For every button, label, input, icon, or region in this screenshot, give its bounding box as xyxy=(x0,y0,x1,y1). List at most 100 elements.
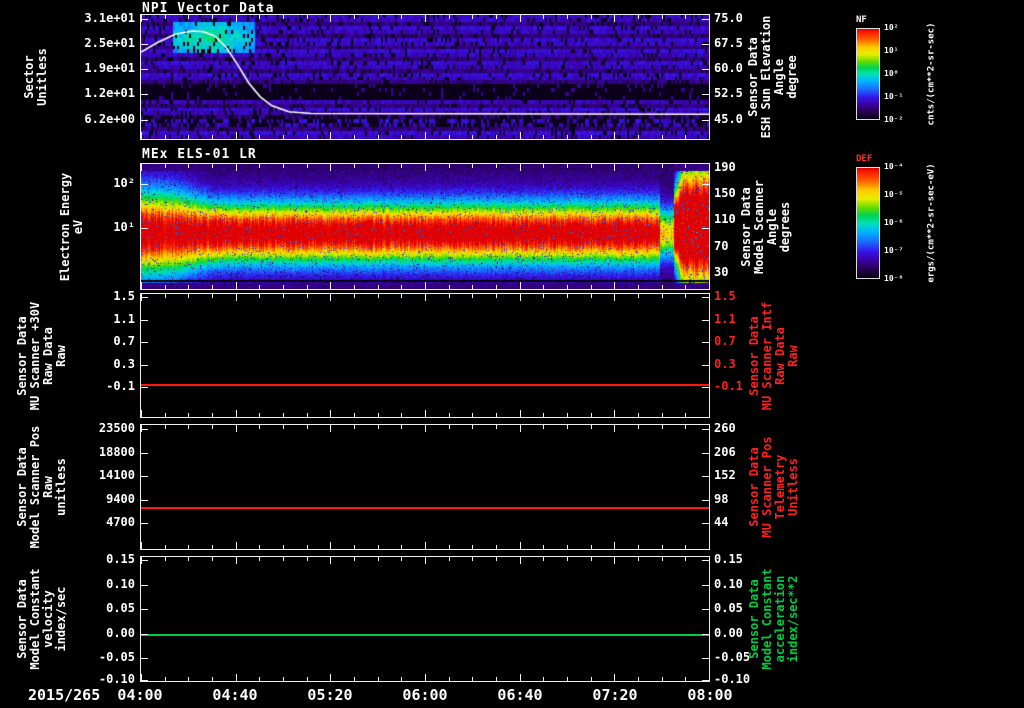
x-tick-label: 07:20 xyxy=(592,686,638,704)
y-tick-mark xyxy=(702,523,709,524)
els-spectrogram-canvas xyxy=(141,164,709,289)
colorbar-name-npi: NF xyxy=(856,15,867,25)
x-tick-mark xyxy=(188,135,189,139)
right-axis-label-velocity: Sensor Data Model Constant acceleration … xyxy=(747,568,800,670)
x-tick-mark xyxy=(212,425,213,429)
x-tick-mark xyxy=(236,164,237,171)
colorbar-unit-els: ergs/(cm**2-sr-sec-eV) xyxy=(926,163,937,283)
y-tick-label-right: 67.5 xyxy=(714,36,743,50)
y-tick-label-right: -0.10 xyxy=(714,672,751,686)
x-tick-mark xyxy=(165,557,166,561)
x-tick-mark xyxy=(638,285,639,289)
x-tick-mark xyxy=(567,677,568,681)
x-tick-mark xyxy=(141,282,142,289)
y-tick-mark xyxy=(702,342,709,343)
y-tick-mark xyxy=(702,476,709,477)
x-tick-mark xyxy=(283,294,284,298)
x-tick-mark xyxy=(496,425,497,429)
x-tick-mark xyxy=(662,135,663,139)
x-tick-mark xyxy=(283,545,284,549)
x-tick-mark xyxy=(638,425,639,429)
x-tick-mark xyxy=(425,282,426,289)
x-tick-mark xyxy=(591,15,592,19)
x-tick-mark xyxy=(354,413,355,417)
y-tick-label: -0.10 xyxy=(98,672,135,686)
x-tick-mark xyxy=(212,677,213,681)
x-tick-mark xyxy=(283,15,284,19)
x-tick-mark xyxy=(401,557,402,561)
x-tick-mark xyxy=(567,425,568,429)
y-tick-mark xyxy=(141,94,148,95)
y-tick-label: 1.2e+01 xyxy=(84,86,135,100)
y-tick-label-right: 110 xyxy=(714,212,736,226)
y-tick-label-right: 0.10 xyxy=(714,577,743,591)
x-tick-mark xyxy=(638,413,639,417)
y-axis-label-mu30v: Sensor Data MU Scanner +30V Raw Data Raw xyxy=(15,301,68,410)
x-tick-mark xyxy=(496,413,497,417)
x-tick-mark xyxy=(709,557,710,564)
y-tick-label-right: 30 xyxy=(714,265,729,279)
x-tick-mark xyxy=(567,294,568,298)
y-tick-mark xyxy=(702,658,709,659)
velocity-data-line xyxy=(141,634,709,636)
y-tick-mark xyxy=(141,523,148,524)
y-tick-mark xyxy=(702,365,709,366)
npi-spectrogram-canvas xyxy=(141,15,709,139)
x-tick-mark xyxy=(638,545,639,549)
x-tick-mark xyxy=(638,677,639,681)
y-tick-mark xyxy=(141,634,148,635)
x-tick-mark xyxy=(543,677,544,681)
y-tick-label-right: 60.0 xyxy=(714,61,743,75)
x-tick-mark xyxy=(354,545,355,549)
x-tick-mark xyxy=(591,164,592,168)
x-tick-mark xyxy=(685,413,686,417)
x-tick-mark xyxy=(212,557,213,561)
x-tick-mark xyxy=(543,285,544,289)
x-tick-mark xyxy=(449,413,450,417)
y-tick-mark xyxy=(141,609,148,610)
x-tick-mark xyxy=(614,294,615,301)
x-tick-mark xyxy=(472,677,473,681)
y-tick-mark xyxy=(702,19,709,20)
y-tick-mark xyxy=(141,44,148,45)
y-tick-label-right: 0.3 xyxy=(714,357,736,371)
x-tick-mark xyxy=(307,545,308,549)
x-tick-mark xyxy=(188,557,189,561)
x-tick-mark xyxy=(662,294,663,298)
x-tick-mark xyxy=(496,135,497,139)
x-tick-mark xyxy=(330,282,331,289)
y-tick-mark xyxy=(702,94,709,95)
y-tick-mark xyxy=(141,365,148,366)
x-tick-mark xyxy=(259,425,260,429)
x-tick-mark xyxy=(543,425,544,429)
x-tick-mark xyxy=(259,557,260,561)
x-tick-mark xyxy=(685,164,686,168)
x-tick-mark xyxy=(543,164,544,168)
panel-els xyxy=(140,163,710,290)
x-tick-mark xyxy=(378,135,379,139)
x-tick-mark xyxy=(496,294,497,298)
x-tick-mark xyxy=(685,294,686,298)
y-tick-label-right: 0.05 xyxy=(714,601,743,615)
x-tick-mark xyxy=(165,413,166,417)
x-tick-label: 04:40 xyxy=(212,686,258,704)
y-tick-mark xyxy=(141,120,148,121)
x-tick-mark xyxy=(165,15,166,19)
y-tick-label-right: 260 xyxy=(714,421,736,435)
x-tick-mark xyxy=(165,545,166,549)
y-tick-mark xyxy=(702,680,709,681)
x-tick-mark xyxy=(212,285,213,289)
x-tick-mark xyxy=(662,425,663,429)
x-tick-label: 04:00 xyxy=(117,686,163,704)
colorbar-tick-label: 10⁻¹ xyxy=(884,92,904,101)
x-tick-mark xyxy=(378,285,379,289)
x-tick-mark xyxy=(188,285,189,289)
x-tick-mark xyxy=(662,15,663,19)
right-axis-label-npi: Sensor Data ESH Sun Elevation Angle degr… xyxy=(746,15,799,139)
x-tick-mark xyxy=(283,425,284,429)
right-axis-label-els: Sensor Data Model Scanner Angle degrees xyxy=(739,179,792,274)
x-tick-mark xyxy=(378,677,379,681)
x-tick-mark xyxy=(496,557,497,561)
right-axis-label-scannerpos: Sensor Data MU Scanner Pos Telemetry Uni… xyxy=(747,436,800,538)
x-tick-mark xyxy=(165,135,166,139)
